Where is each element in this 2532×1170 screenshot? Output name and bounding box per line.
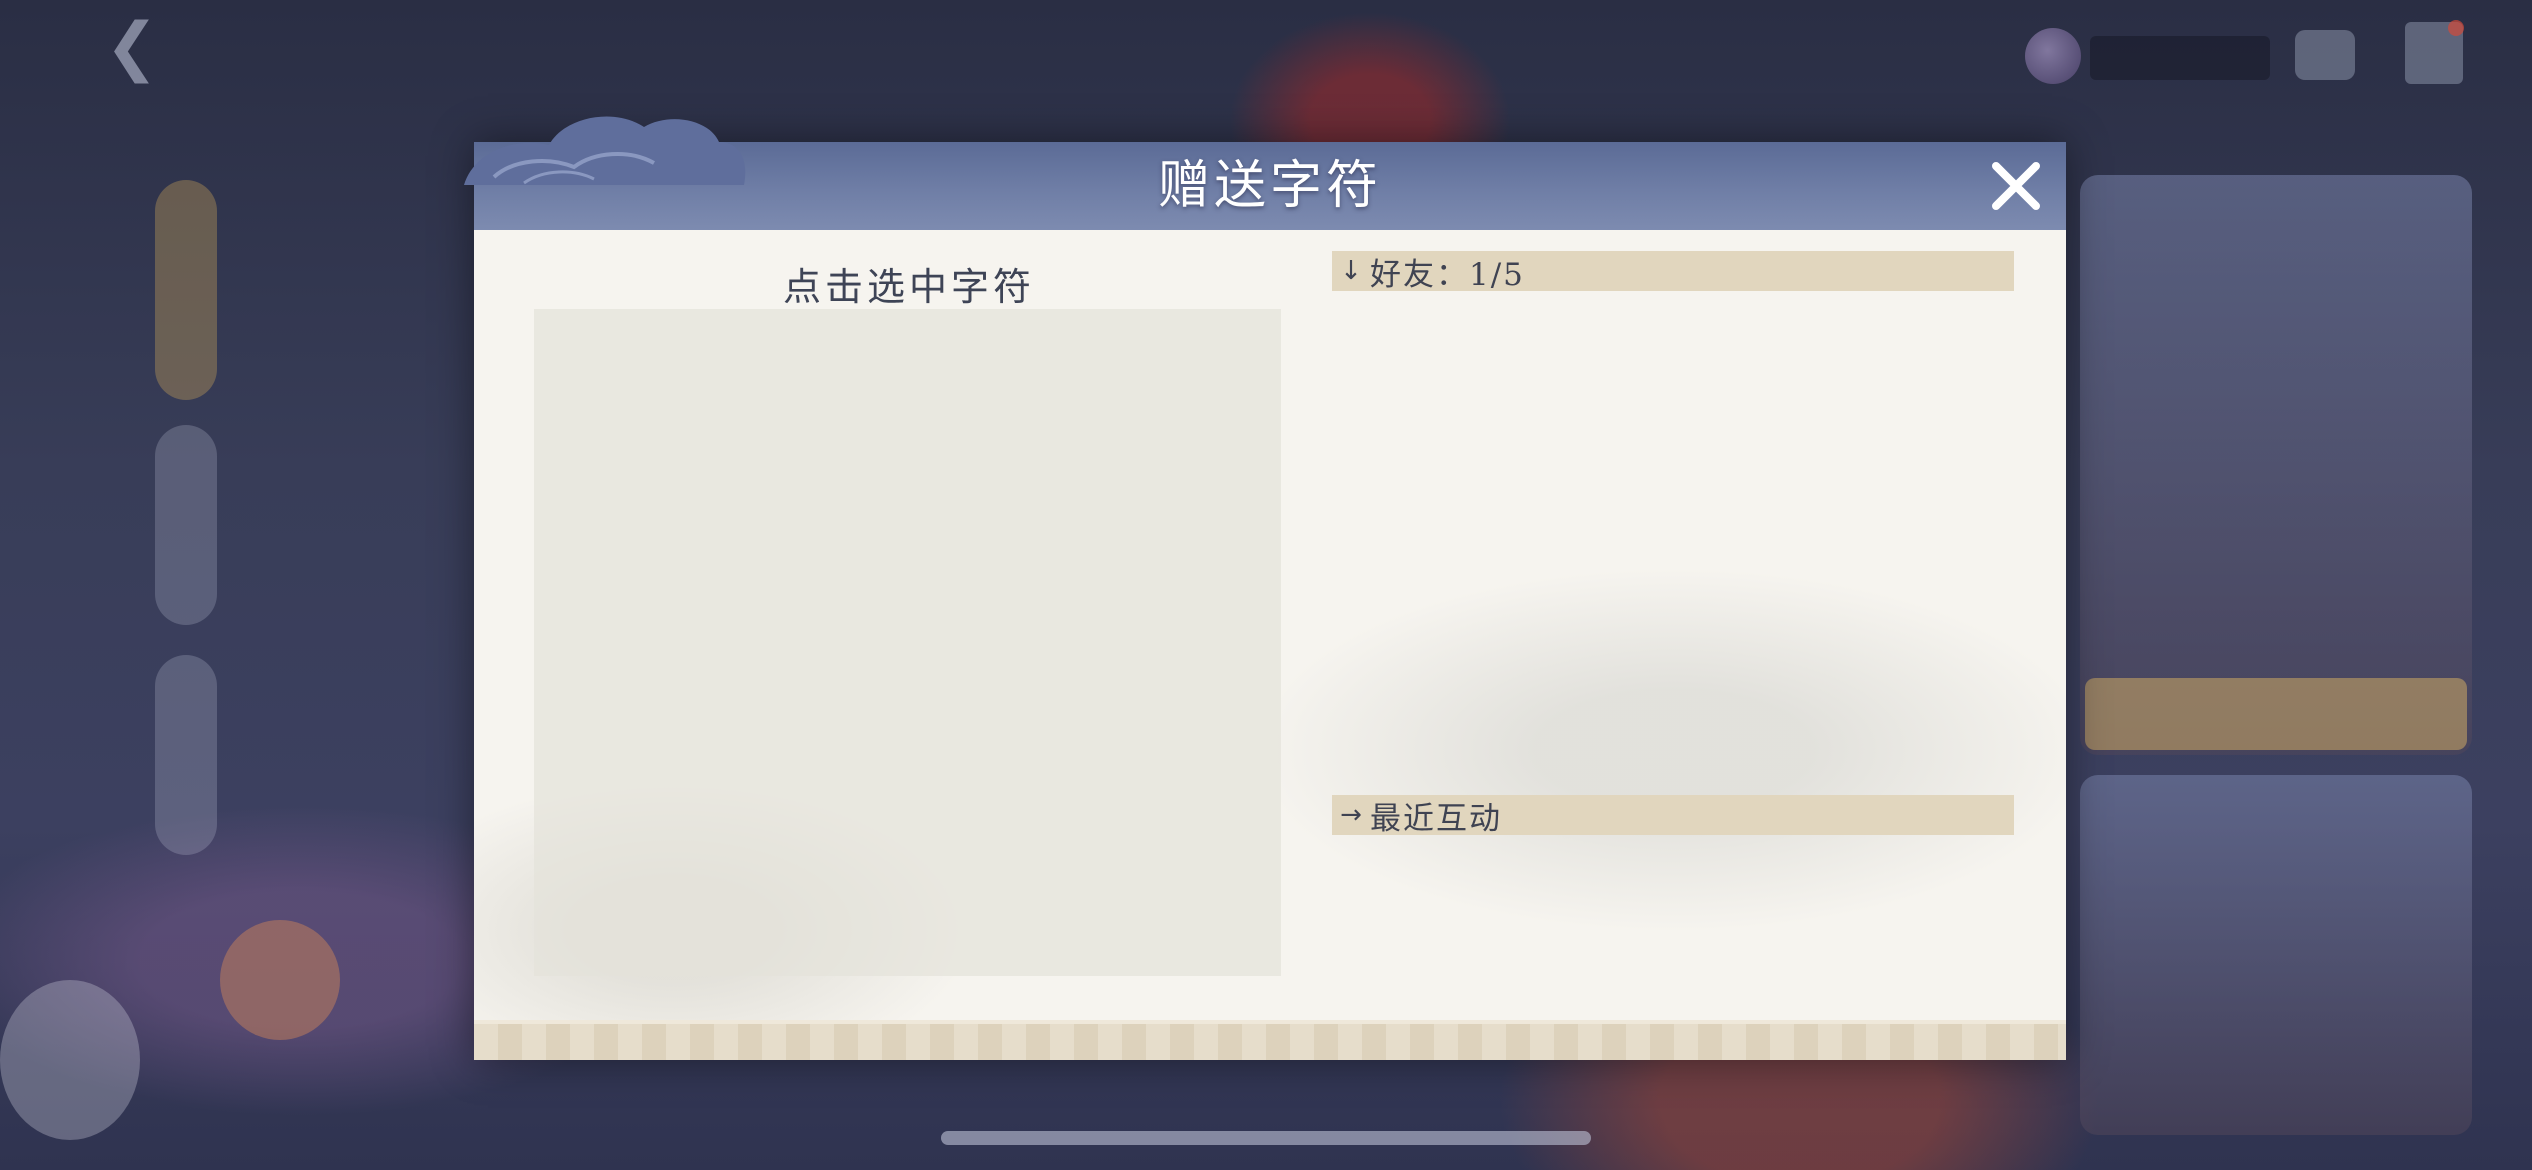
character-card-button	[2085, 678, 2467, 750]
character-card	[2080, 175, 2472, 755]
recent-section-label: 最近互动	[1370, 800, 1502, 837]
character-card	[2080, 775, 2472, 1135]
friends-list	[1332, 300, 2014, 760]
close-x-icon	[1992, 162, 2040, 210]
home-indicator[interactable]	[941, 1131, 1591, 1145]
dialog-footer	[474, 1020, 2066, 1060]
recent-section-header[interactable]: → 最近互动	[1332, 795, 2014, 837]
decoration	[220, 920, 340, 1040]
dialog-body: 点击选中字符 ↓ 好友：1/5 → 最近互动	[474, 230, 2066, 1020]
side-tab	[155, 655, 217, 855]
currency-bar	[2090, 36, 2270, 80]
close-button[interactable]	[1986, 156, 2046, 216]
gift-glyph-dialog: 赠送字符 点击选中字符 ↓ 好友：1/5 → 最近互动	[464, 116, 2066, 1060]
currency-icon	[2025, 28, 2081, 84]
recent-interaction-list	[1332, 844, 2014, 994]
arrow-down-icon: ↓	[1340, 256, 1362, 286]
chat-icon	[2295, 30, 2355, 80]
side-tab-gold	[155, 180, 217, 400]
notification-dot	[2448, 20, 2464, 36]
side-tab	[155, 425, 217, 625]
friends-section-label: 好友：1/5	[1370, 256, 1525, 293]
arrow-right-icon: →	[1340, 800, 1362, 830]
decoration	[0, 980, 140, 1140]
glyph-panel-heading: 点击选中字符	[782, 265, 1035, 309]
back-arrow-icon: ❮	[105, 10, 159, 84]
dialog-header: 赠送字符	[464, 116, 2066, 230]
glyph-selection-panel[interactable]	[534, 309, 1281, 976]
friends-section-header[interactable]: ↓ 好友：1/5	[1332, 251, 2014, 293]
dialog-title: 赠送字符	[1157, 156, 1382, 216]
